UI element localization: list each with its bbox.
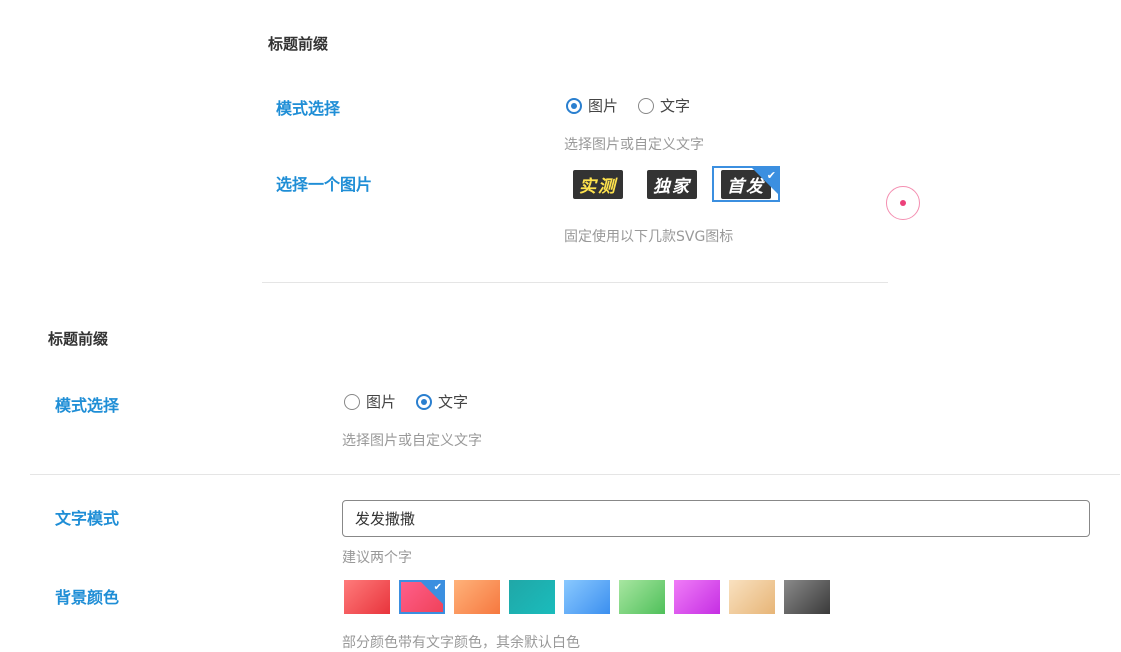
bg-color-swatch[interactable] (509, 580, 555, 614)
mode-radio-image[interactable]: 图片 (566, 95, 618, 116)
mode-radio-text[interactable]: 文字 (416, 391, 468, 412)
mode-radio-group: 图片 文字 (344, 391, 488, 412)
bg-color-swatch[interactable] (729, 580, 775, 614)
image-option-text: 独家 (647, 169, 697, 199)
swatch-fill (564, 580, 610, 614)
bg-color-swatch[interactable] (344, 580, 390, 614)
swatch-fill (674, 580, 720, 614)
section-divider (262, 282, 888, 283)
image-option-text: 实测 (573, 169, 623, 199)
mode-select-label: 模式选择 (276, 99, 341, 118)
text-mode-input[interactable] (342, 500, 1090, 537)
bg-hint: 部分颜色带有文字颜色，其余默认白色 (342, 635, 580, 651)
mode-radio-image-label: 图片 (366, 393, 397, 411)
bg-color-swatch[interactable] (784, 580, 830, 614)
cursor-indicator-icon (886, 186, 920, 220)
section-title: 标题前缀 (48, 330, 109, 348)
mode-radio-image-label: 图片 (588, 97, 619, 115)
mode-hint: 选择图片或自定义文字 (564, 137, 704, 153)
image-option-shice[interactable]: 实测 (564, 166, 632, 202)
image-option-dujia[interactable]: 独家 (638, 166, 706, 202)
mode-radio-text-label: 文字 (438, 393, 469, 411)
section-divider (30, 474, 1120, 475)
bg-color-swatch[interactable] (454, 580, 500, 614)
swatch-fill (729, 580, 775, 614)
image-select-label: 选择一个图片 (276, 175, 373, 194)
mode-radio-text[interactable]: 文字 (638, 95, 690, 116)
section-title: 标题前缀 (268, 35, 329, 53)
swatch-fill (344, 580, 390, 614)
radio-circle-icon (566, 97, 582, 114)
bg-color-swatch[interactable]: ✔ (399, 580, 445, 614)
image-hint: 固定使用以下几款SVG图标 (564, 229, 734, 245)
bg-color-swatch[interactable] (564, 580, 610, 614)
swatch-fill (784, 580, 830, 614)
image-option-shoufa[interactable]: 首发 ✔ (712, 166, 780, 202)
mode-hint: 选择图片或自定义文字 (342, 433, 482, 449)
swatch-fill (509, 580, 555, 614)
text-mode-label: 文字模式 (55, 509, 120, 528)
mode-radio-group: 图片 文字 (566, 95, 710, 116)
bg-color-swatch[interactable] (619, 580, 665, 614)
check-icon: ✔ (752, 168, 778, 194)
bg-color-label: 背景颜色 (55, 588, 120, 607)
radio-circle-icon (638, 97, 655, 114)
swatch-fill (454, 580, 500, 614)
radio-circle-icon (344, 393, 360, 410)
bg-color-swatch[interactable] (674, 580, 720, 614)
swatch-fill (619, 580, 665, 614)
mode-radio-text-label: 文字 (660, 97, 691, 115)
mode-select-label: 模式选择 (55, 396, 120, 415)
text-hint: 建议两个字 (342, 550, 412, 566)
mode-radio-image[interactable]: 图片 (344, 391, 396, 412)
check-icon: ✔ (421, 582, 443, 604)
radio-circle-icon (416, 393, 433, 410)
